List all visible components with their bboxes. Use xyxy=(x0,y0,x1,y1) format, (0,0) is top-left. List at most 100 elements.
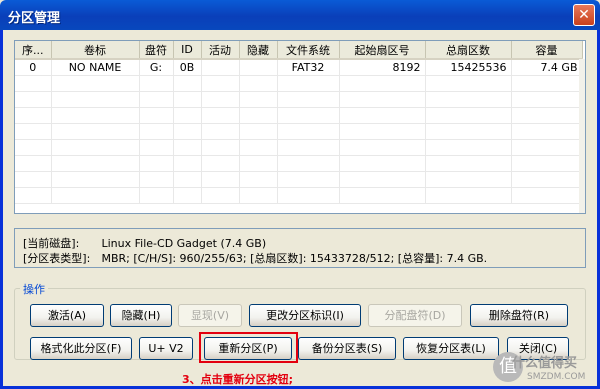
column-header[interactable]: 文件系统 xyxy=(277,41,340,60)
column-header[interactable]: 序... xyxy=(15,41,52,60)
table-cell: 15425536 xyxy=(425,59,512,76)
table-cell xyxy=(51,123,140,140)
restore-partition-table-button[interactable]: 恢复分区表(L) xyxy=(403,337,499,360)
remove-letter-button[interactable]: 删除盘符(R) xyxy=(470,304,568,327)
table-cell xyxy=(511,171,583,188)
column-header[interactable]: 容量 xyxy=(511,41,583,60)
current-disk-label: [当前磁盘]: xyxy=(23,237,80,250)
table-cell xyxy=(425,123,512,140)
empty-row xyxy=(15,187,583,204)
show-button[interactable]: 显现(V) xyxy=(178,304,242,327)
close-icon[interactable]: ✕ xyxy=(573,4,595,26)
table-cell xyxy=(201,59,240,76)
table-cell: 0B xyxy=(173,59,202,76)
column-header[interactable]: 盘符 xyxy=(139,41,174,60)
table-header-row: 序... 卷标 盘符 ID 活动 隐藏 文件系统 起始扇区号 总扇区数 容量 xyxy=(15,41,583,60)
table-cell xyxy=(511,123,583,140)
table-cell xyxy=(201,75,240,92)
table-cell xyxy=(139,155,174,172)
column-header[interactable]: ID xyxy=(173,41,202,60)
table-cell xyxy=(139,107,174,124)
title-bar: 分区管理 ✕ xyxy=(0,0,600,30)
empty-row xyxy=(15,75,583,92)
table-cell: NO NAME xyxy=(51,59,140,76)
table-cell xyxy=(51,75,140,92)
table-cell xyxy=(239,171,278,188)
table-cell xyxy=(15,107,52,124)
table-cell xyxy=(339,171,426,188)
table-cell xyxy=(339,75,426,92)
table-cell xyxy=(425,171,512,188)
backup-partition-table-button[interactable]: 备份分区表(S) xyxy=(298,337,396,360)
table-cell xyxy=(339,123,426,140)
table-cell xyxy=(51,107,140,124)
column-header[interactable]: 活动 xyxy=(201,41,240,60)
partition-table-type-label: [分区表类型]: xyxy=(23,252,91,265)
table-cell xyxy=(173,123,202,140)
table-cell xyxy=(425,139,512,156)
table-cell xyxy=(339,107,426,124)
table-cell xyxy=(173,187,202,204)
partition-table: 序... 卷标 盘符 ID 活动 隐藏 文件系统 起始扇区号 总扇区数 容量 0 NO NAME G:… xyxy=(14,40,586,214)
table-row[interactable]: 0 NO NAME G: 0B FAT32 8192 15425536 7.4 GB xyxy=(15,59,583,76)
table-cell xyxy=(511,155,583,172)
hide-button[interactable]: 隐藏(H) xyxy=(110,304,172,327)
table-cell xyxy=(239,91,278,108)
table-cell xyxy=(201,91,240,108)
operations-group-label: 操作 xyxy=(20,281,48,297)
table-cell xyxy=(425,107,512,124)
empty-row xyxy=(15,155,583,172)
watermark-text: 什么值得买 xyxy=(512,356,578,371)
table-cell xyxy=(425,75,512,92)
window-title: 分区管理 xyxy=(8,11,61,26)
table-cell xyxy=(201,107,240,124)
table-cell xyxy=(239,187,278,204)
table-cell xyxy=(339,139,426,156)
table-cell xyxy=(277,91,340,108)
table-cell xyxy=(139,75,174,92)
table-cell xyxy=(15,187,52,204)
table-cell xyxy=(173,155,202,172)
table-cell xyxy=(511,91,583,108)
table-cell xyxy=(173,139,202,156)
table-cell xyxy=(239,139,278,156)
table-cell xyxy=(511,75,583,92)
activate-button[interactable]: 激活(A) xyxy=(30,304,104,327)
column-header[interactable]: 隐藏 xyxy=(239,41,278,60)
table-cell xyxy=(277,171,340,188)
table-cell xyxy=(339,155,426,172)
empty-row xyxy=(15,91,583,108)
table-cell xyxy=(173,171,202,188)
table-cell xyxy=(339,91,426,108)
table-cell xyxy=(15,75,52,92)
table-cell xyxy=(239,75,278,92)
table-cell xyxy=(425,187,512,204)
table-cell xyxy=(51,139,140,156)
table-cell: G: xyxy=(139,59,174,76)
table-cell xyxy=(139,139,174,156)
table-cell xyxy=(277,123,340,140)
current-disk-value: Linux File-CD Gadget (7.4 GB) xyxy=(101,237,267,250)
column-header[interactable]: 卷标 xyxy=(51,41,140,60)
repartition-button[interactable]: 重新分区(P) xyxy=(204,337,292,360)
table-cell: 8192 xyxy=(339,59,426,76)
table-cell xyxy=(511,139,583,156)
table-cell xyxy=(15,123,52,140)
table-cell xyxy=(277,187,340,204)
assign-letter-button[interactable]: 分配盘符(D) xyxy=(368,304,462,327)
change-id-button[interactable]: 更改分区标识(I) xyxy=(249,304,361,327)
table-cell xyxy=(201,187,240,204)
table-cell xyxy=(173,75,202,92)
watermark-site: SMZDM.COM xyxy=(527,372,586,382)
table-cell xyxy=(15,139,52,156)
table-cell xyxy=(277,75,340,92)
format-partition-button[interactable]: 格式化此分区(F) xyxy=(30,337,132,360)
table-cell xyxy=(173,107,202,124)
column-header[interactable]: 起始扇区号 xyxy=(339,41,426,60)
table-cell xyxy=(15,171,52,188)
table-cell xyxy=(239,155,278,172)
column-header[interactable]: 总扇区数 xyxy=(425,41,512,60)
vertical-scrollbar[interactable] xyxy=(579,59,585,213)
uv2-button[interactable]: U+ V2 xyxy=(139,337,193,360)
table-cell xyxy=(239,123,278,140)
